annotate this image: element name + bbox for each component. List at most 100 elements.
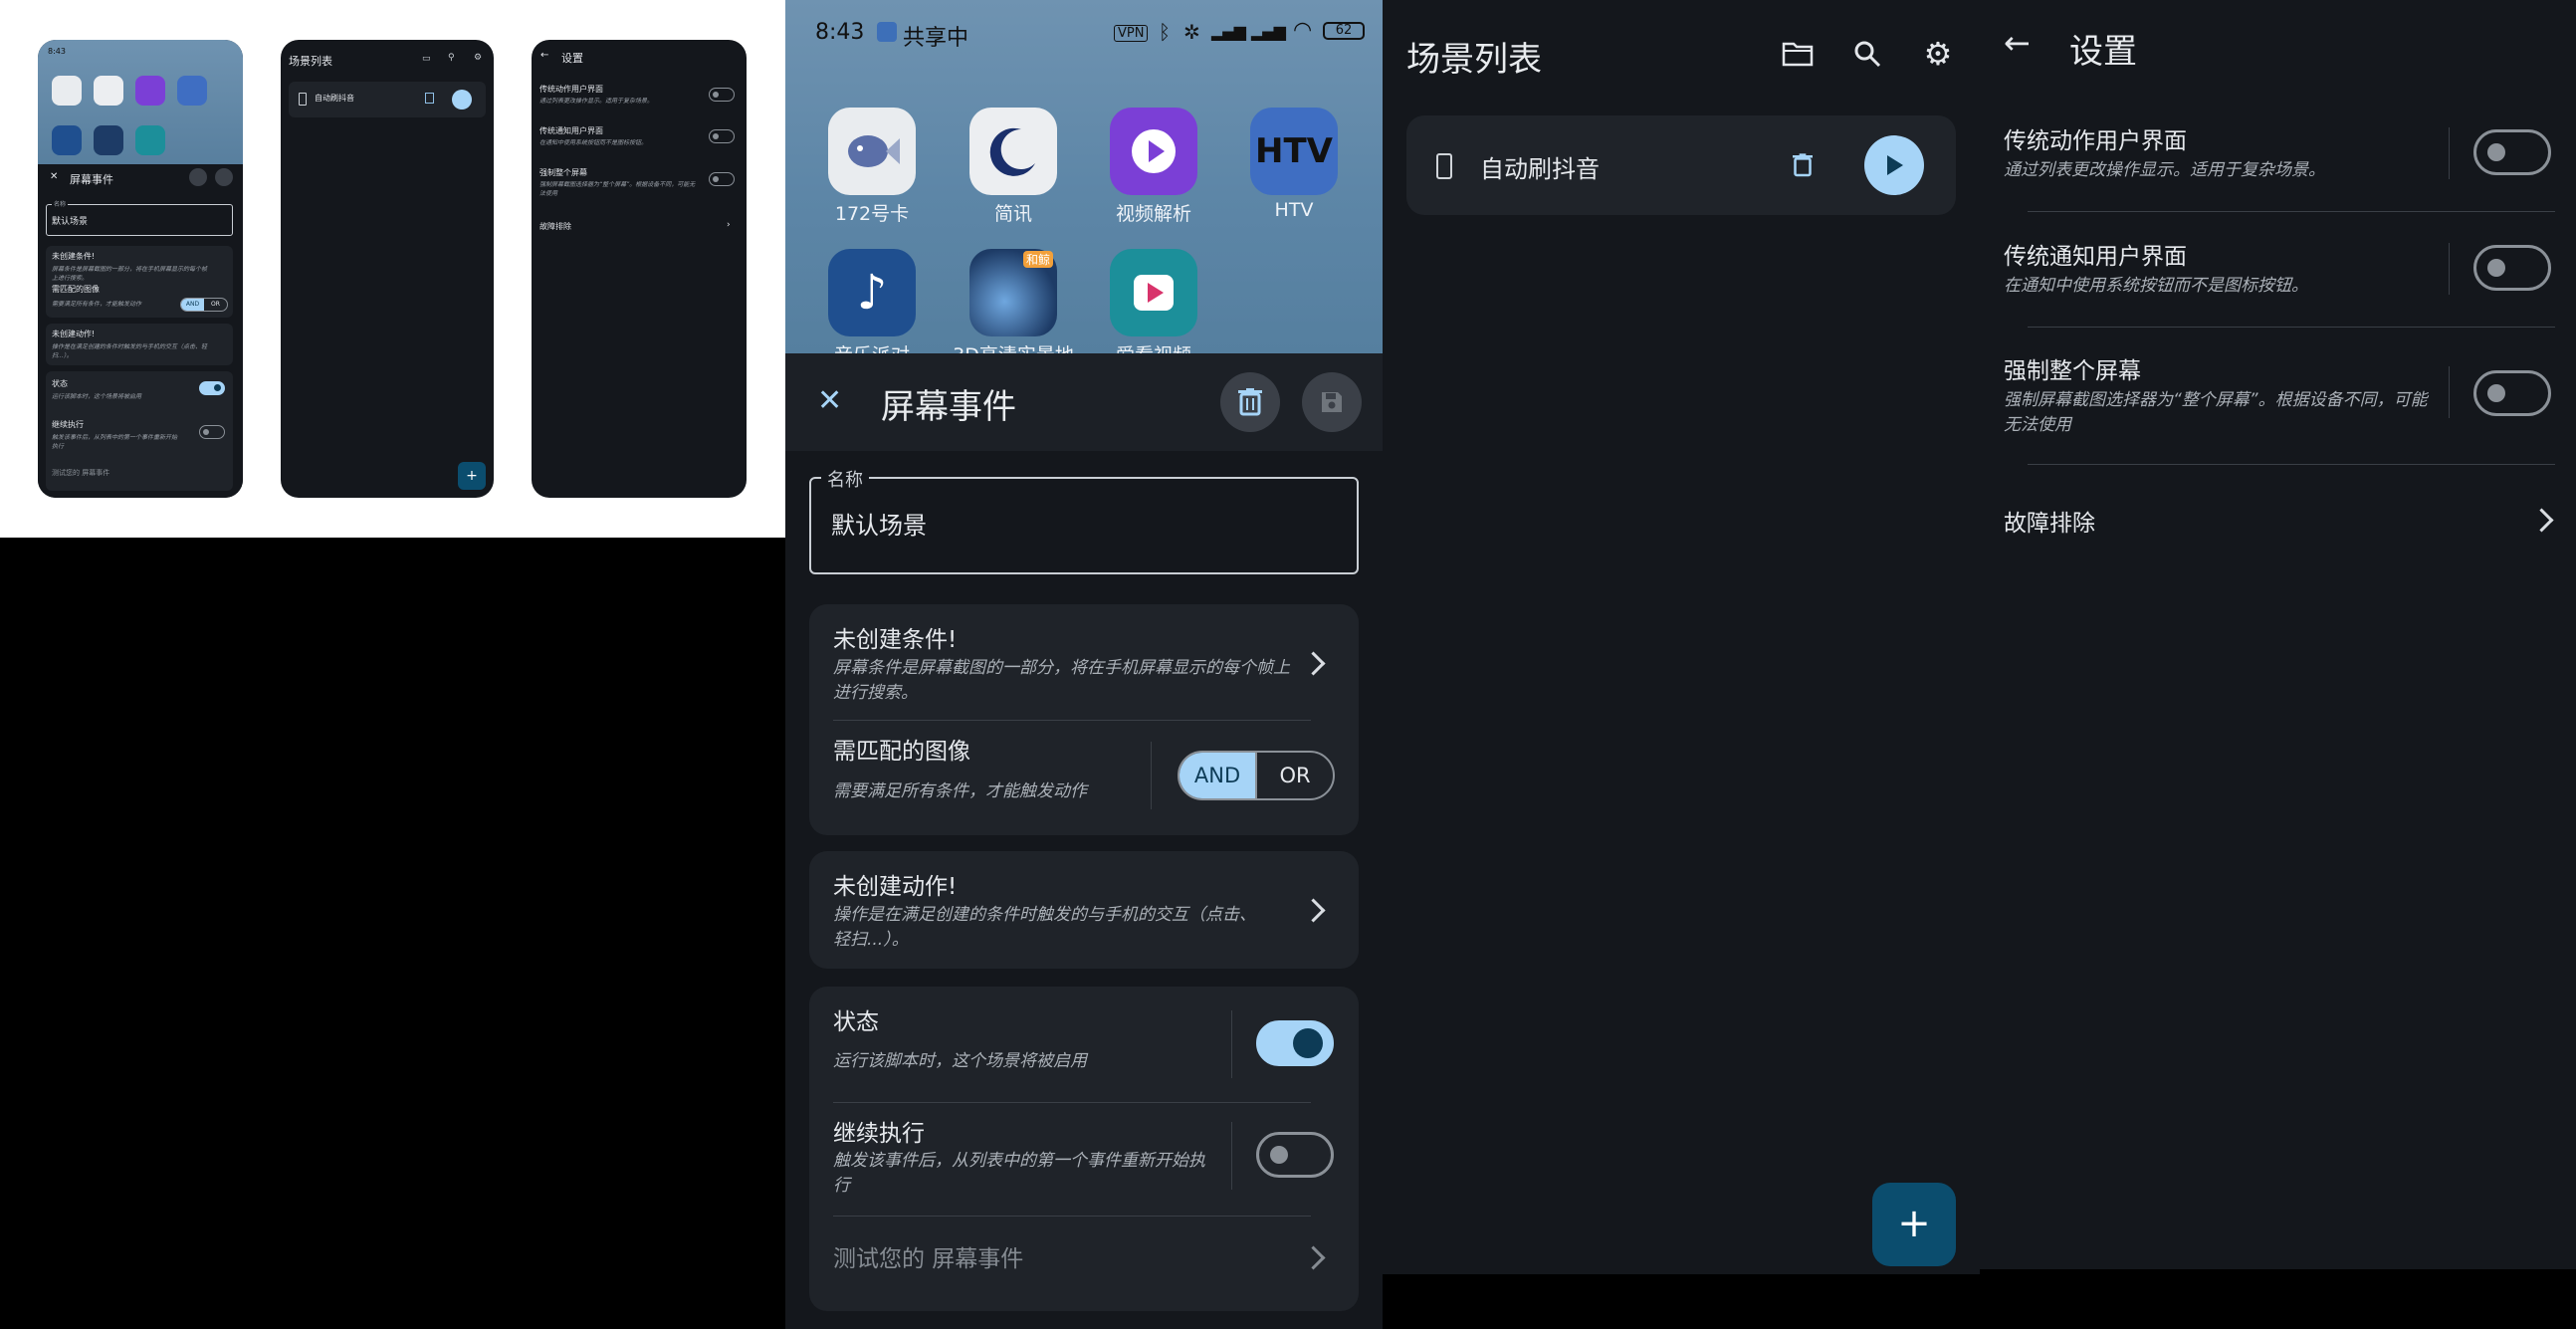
close-icon[interactable]: ✕ [817,383,842,418]
continue-toggle[interactable] [1256,1132,1334,1178]
do-not-disturb-icon: ✲ [1183,20,1200,44]
save-icon [1322,392,1342,412]
delete-button[interactable] [1220,372,1280,432]
search-icon[interactable] [1849,36,1885,72]
phone-icon [1436,153,1452,179]
name-field-value[interactable]: 默认场景 [831,506,927,541]
moon-icon[interactable] [969,108,1057,195]
play-button[interactable] [1864,135,1924,195]
add-scene-fab[interactable]: + [1872,1183,1956,1266]
thumbnail-continue-toggle [199,425,225,439]
legacy-action-ui-toggle[interactable] [2473,129,2551,175]
thumbnail-action-sub: 操作是在满足创建的条件时触发的与手机的交互（点击、轻扫...）。 [52,343,208,359]
play-icon [1887,155,1903,175]
play-icon[interactable] [1110,108,1197,195]
thumbnail-scene-list: 场景列表 ▭ ⚲ ⚙ 自动刷抖音 + [281,40,494,498]
thumbnail-condition-title: 未创建条件! [52,252,96,261]
setting-subtitle: 在通知中使用系统按钮而不是图标按钮。 [2004,276,2308,296]
thumbnail-action-title: 未创建动作! [52,330,96,338]
thumbnail-name-value: 默认场景 [52,217,89,227]
thumbnail-match-sub: 需要满足所有条件，才能触发动作 [52,301,142,308]
chevron-right-icon[interactable] [2529,508,2554,533]
divider [1151,742,1152,809]
thumbnail-save-icon [215,168,233,186]
divider [2028,211,2555,212]
thumbnail-settings-title: 设置 [561,52,583,65]
thumbnail-setting-toggle [709,172,735,186]
thumbnail-app-icon [94,125,123,155]
thumbnail-back-icon: ← [540,50,549,61]
condition-title[interactable]: 未创建条件! [833,620,957,654]
and-option[interactable]: AND [1180,753,1257,798]
thumbnail-settings: ← 设置 传统动作用户界面 通过列表更改操作显示。适用于复杂场景。 传统通知用户… [532,40,747,498]
toggle-knob [2487,384,2505,402]
divider [2028,464,2555,465]
divider [2449,127,2450,179]
thumbnail-folder-icon: ▭ [422,54,431,64]
fish-icon[interactable] [828,108,916,195]
thumbnail-fab: + [458,462,486,490]
delete-icon [1238,388,1262,416]
thumbnail-delete-icon [425,93,434,104]
setting-subtitle: 强制屏幕截图选择器为“整个屏幕”。根据设备不同，可能无法使用 [2004,390,2428,435]
overview-panel: 8:43 ✕ 屏幕事件 名称 默认场景 未创建条件! 屏幕条件是屏幕截图的一部分… [0,0,785,538]
gear-icon[interactable]: ⚙ [1920,35,1956,73]
force-entire-screen-toggle[interactable] [2473,370,2551,416]
toggle-knob [1293,1028,1323,1058]
name-field-legend: 名称 [821,466,869,492]
thumbnail-test-label: 测试您的 屏幕事件 [52,469,110,477]
thumbnail-gear-icon: ⚙ [474,53,483,63]
thumbnail-app-icon [94,76,123,106]
continue-subtitle: 触发该事件后，从列表中的第一个事件重新开始执行 [833,1151,1205,1196]
app-label: 172号卡 [834,203,910,225]
play-icon[interactable] [1110,249,1197,336]
setting-subtitle: 通过列表更改操作显示。适用于复杂场景。 [2004,160,2325,180]
continue-title: 继续执行 [833,1121,925,1147]
thumbnail-setting-title: 传统通知用户界面 [539,126,603,135]
folder-icon[interactable] [1780,36,1816,72]
music-note-icon[interactable]: ♪ [828,249,916,336]
vpn-badge: VPN [1114,25,1149,42]
thumbnail-setting-sub: 在通知中使用系统按钮而不是图标按钮。 [539,139,648,146]
editor-header [785,353,1383,451]
thumbnail-setting-toggle [709,88,735,102]
app-label: 爱看视频 [1089,340,1218,353]
delete-icon[interactable] [1787,149,1819,181]
thumbnail-name-legend: 名称 [52,199,69,208]
save-button[interactable] [1302,372,1362,432]
screen-event-editor: ✕ 屏幕事件 名称 默认场景 未创建条件! 屏幕条件是屏幕截图的一部分，将在手机… [785,353,1383,1329]
thumbnail-scene-item-name: 自动刷抖音 [315,94,354,103]
thumbnail-search-icon: ⚲ [448,53,455,63]
setting-title: 传统动作用户界面 [2004,128,2187,154]
thumbnail-app-icon [52,76,82,106]
scene-list-item[interactable]: 自动刷抖音 [1406,115,1956,215]
battery-icon: 62 [1323,22,1365,40]
divider [1231,1122,1232,1190]
share-icon [877,22,897,42]
thumbnail-state-title: 状态 [52,379,68,388]
app-badge: 和鲸 [1022,251,1053,268]
troubleshoot-item[interactable]: 故障排除 [2004,504,2095,538]
thumbnail-setting-title: 传统动作用户界面 [539,85,603,94]
thumbnail-setting-sub: 强制屏幕截图选择器为“整个屏幕”。根据设备不同，可能无法使用 [539,181,696,197]
htv-icon[interactable]: HTV [1250,108,1338,195]
app-label: HTV [1274,199,1314,221]
divider [2449,243,2450,295]
match-subtitle: 需要满足所有条件，才能触发动作 [833,781,1087,801]
thumbnail-troubleshoot: 故障排除 [539,222,571,231]
thumbnail-editor: 8:43 ✕ 屏幕事件 名称 默认场景 未创建条件! 屏幕条件是屏幕截图的一部分… [38,40,243,498]
back-arrow-icon[interactable]: ← [2004,24,2031,62]
thumbnail-close-icon: ✕ [50,171,59,182]
status-time: 8:43 [815,20,865,45]
thumbnail-setting-sub: 通过列表更改操作显示。适用于复杂场景。 [539,98,654,105]
test-event-button[interactable]: 测试您的 屏幕事件 [833,1239,1023,1273]
state-toggle[interactable] [1256,1020,1334,1066]
earth-icon[interactable]: 和鲸 [969,249,1057,336]
or-option[interactable]: OR [1257,753,1333,798]
legacy-notification-ui-toggle[interactable] [2473,245,2551,291]
divider [2449,366,2450,418]
page-title: 场景列表 [1406,40,1542,80]
state-subtitle: 运行该脚本时，这个场景将被启用 [833,1051,1087,1071]
action-subtitle: 操作是在满足创建的条件时触发的与手机的交互（点击、轻扫...）。 [833,905,1256,950]
thumbnail-continue-sub: 触发该事件后，从列表中的第一个事件重新开始执行 [52,434,178,450]
